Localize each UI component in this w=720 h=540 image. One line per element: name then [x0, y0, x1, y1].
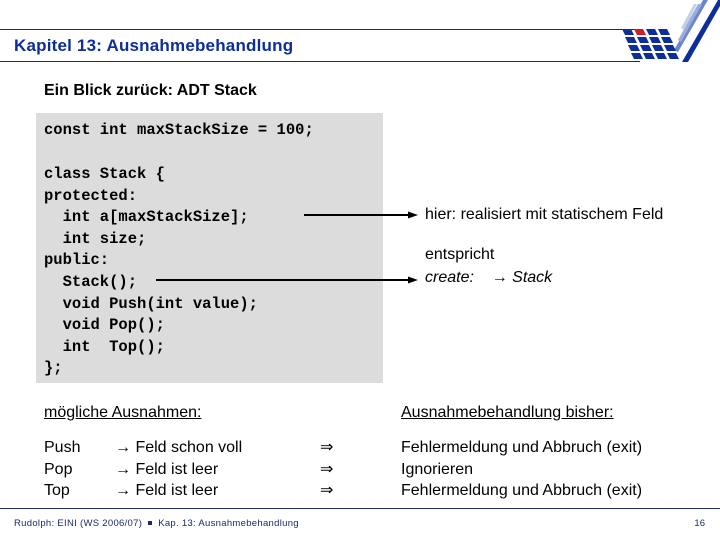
logo-tile: [637, 37, 649, 43]
logo-tile: [667, 53, 679, 59]
logo-tile: [622, 29, 634, 35]
arrow-ctor-note-icon: [156, 276, 418, 284]
code-line: const int maxStackSize = 100;: [44, 121, 314, 139]
logo-tile: [640, 45, 652, 51]
ctor-note-line2: create: → Stack: [425, 269, 552, 287]
footer-rule: [0, 508, 720, 509]
logo-tile: [655, 53, 667, 59]
page-title: Kapitel 13: Ausnahmebehandlung: [14, 36, 294, 55]
code-line: };: [44, 359, 63, 378]
exception-op: Push: [44, 439, 81, 456]
implies-icon: ⇒: [320, 460, 334, 478]
header-bottom-rule: [0, 61, 640, 62]
ctor-note-create: create:: [425, 269, 474, 286]
section-subtitle: Ein Blick zurück: ADT Stack: [44, 82, 257, 99]
code-line: class Stack {: [44, 165, 165, 183]
footer-text: Rudolph: EINI (WS 2006/07) Kap. 13: Ausna…: [14, 518, 299, 529]
code-line: int Top();: [44, 337, 165, 356]
logo-tile: [643, 53, 655, 59]
exception-cause: → Feld ist leer: [115, 482, 219, 500]
exception-handling: Fehlermeldung und Abbruch (exit): [401, 482, 643, 500]
code-line: int size;: [44, 229, 147, 248]
implies-icon: ⇒: [320, 439, 334, 456]
exception-cause: → Feld ist leer: [115, 460, 219, 478]
header-top-rule: [0, 29, 640, 30]
logo-tile: [628, 45, 640, 51]
exception-op: Pop: [44, 460, 73, 478]
logo-tile: [661, 37, 673, 43]
footer-chapter: Kap. 13: Ausnahmebehandlung: [158, 518, 299, 529]
code-line: protected:: [44, 186, 138, 205]
ctor-note-result: → Stack: [491, 269, 553, 286]
implies-icon: ⇒: [320, 482, 334, 500]
logo-tile: [658, 29, 670, 35]
code-line: void Push(int value);: [44, 294, 258, 313]
logo-tile: [664, 45, 676, 51]
logo-tile: [625, 37, 637, 43]
logo-tile: [652, 45, 664, 51]
possible-exceptions-heading: mögliche Ausnahmen:: [44, 404, 202, 421]
logo-tile: [634, 29, 646, 35]
code-line: void Pop();: [44, 316, 165, 335]
handling-so-far-heading: Ausnahmebehandlung bisher:: [401, 404, 614, 421]
code-line: public:: [44, 251, 110, 270]
exception-op: Top: [44, 482, 70, 500]
array-note: hier: realisiert mit statischem Feld: [425, 206, 664, 223]
logo-tile: [649, 37, 661, 43]
arrow-array-note-icon: [304, 211, 418, 219]
university-logo-icon: [622, 0, 720, 62]
exception-handling: Ignorieren: [401, 460, 474, 478]
logo-tile: [646, 29, 658, 35]
code-line: int a[maxStackSize];: [44, 208, 249, 227]
page-number: 16: [694, 518, 705, 529]
exception-cause: → Feld schon voll: [115, 439, 243, 456]
ctor-note-line1: entspricht: [425, 246, 495, 263]
exception-handling: Fehlermeldung und Abbruch (exit): [401, 439, 643, 456]
bullet-icon: [148, 520, 153, 525]
code-line: Stack();: [44, 273, 138, 291]
logo-tile: [631, 53, 643, 59]
footer-course: Rudolph: EINI (WS 2006/07): [14, 518, 143, 529]
